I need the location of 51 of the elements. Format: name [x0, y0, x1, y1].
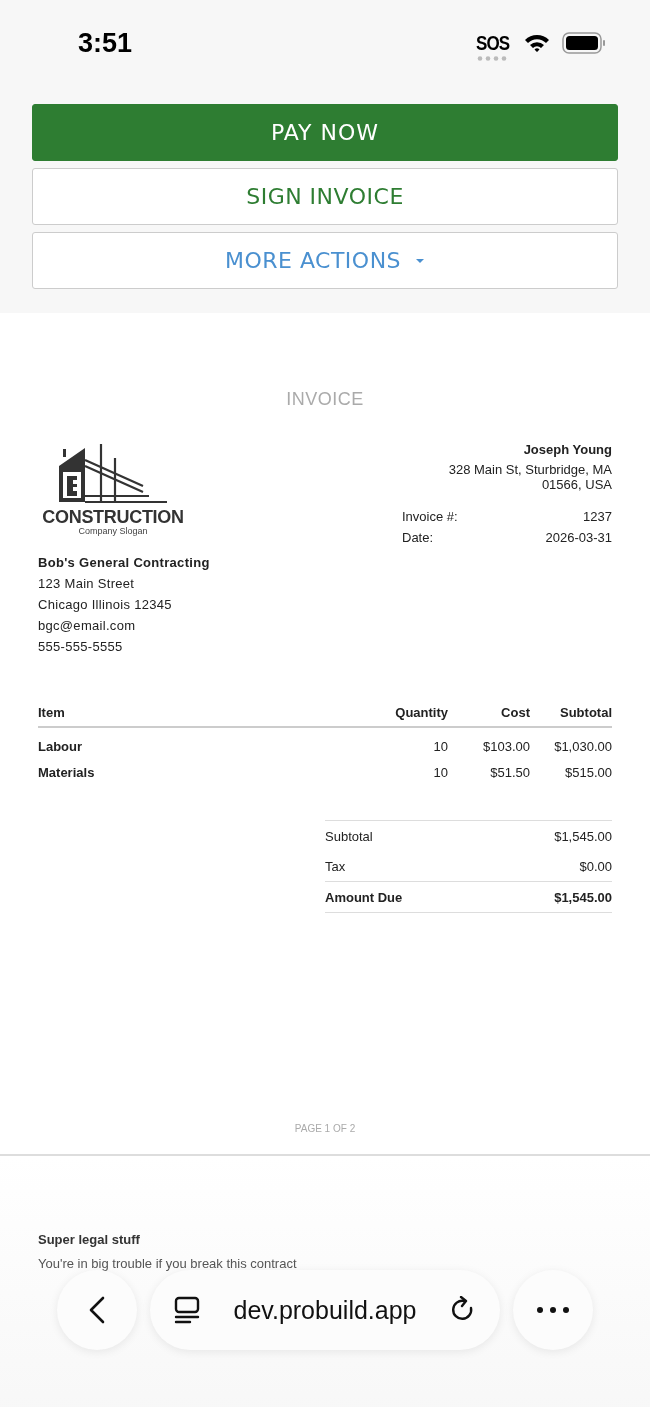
url-text: dev.probuild.app: [233, 1295, 417, 1325]
table-cell-text: 10: [432, 738, 448, 756]
chevron-left-icon: [89, 1296, 105, 1324]
client-address: 01566, USA: [540, 477, 612, 492]
tabs-icon: [174, 1296, 200, 1324]
caret-icon: [415, 257, 426, 264]
signal-dots-icon: [477, 56, 508, 61]
company-detail: Chicago Illinois 12345: [38, 596, 173, 614]
invoice-title: INVOICE: [285, 389, 365, 410]
total-label: Tax: [325, 858, 346, 874]
sos-indicator: SOS: [475, 33, 510, 53]
legal-text: You're in big trouble if you break this contract: [38, 1256, 298, 1271]
house-logo-icon: [59, 444, 167, 506]
total-label: Subtotal: [325, 828, 373, 844]
page-number: PAGE 1 OF 2: [293, 1123, 357, 1134]
total-value: $1,545.00: [554, 889, 612, 905]
column-header: Cost: [500, 705, 530, 720]
meta-value: 2026-03-31: [545, 529, 612, 547]
meta-label: Invoice #:: [402, 508, 458, 526]
table-cell-text: $51.50: [489, 764, 530, 782]
more-dots-icon: [537, 1307, 569, 1313]
total-value: $0.00: [579, 858, 612, 874]
client-name: Joseph Young: [522, 442, 612, 458]
wifi-icon: [524, 33, 550, 53]
logo-wordmark: CONSTRUCTION: [42, 508, 184, 526]
action-button[interactable]: SIGN INVOICE: [32, 168, 618, 225]
column-header: Item: [38, 705, 66, 720]
logo-slogan: Company Slogan: [78, 526, 148, 536]
action-button[interactable]: PAY NOW: [32, 104, 618, 161]
company-detail: 555-555-5555: [38, 638, 124, 656]
battery-icon: [562, 32, 606, 54]
company-detail: bgc@email.com: [38, 617, 137, 635]
table-cell-text: Materials: [38, 764, 96, 782]
table-cell-text: 10: [432, 764, 448, 782]
meta-value: 1237: [583, 508, 612, 526]
table-cell-text: Labour: [38, 738, 84, 756]
legal-heading: Super legal stuff: [38, 1232, 141, 1247]
table-cell-text: $103.00: [482, 738, 530, 756]
column-header: Quantity: [394, 705, 448, 720]
clock-time: 3:51: [78, 27, 133, 59]
more-actions-dropdown[interactable]: MORE ACTIONS: [32, 232, 618, 289]
column-header: Subtotal: [559, 705, 612, 720]
table-cell-text: $1,030.00: [553, 738, 612, 756]
total-value: $1,545.00: [554, 828, 612, 844]
company-detail: 123 Main Street: [38, 575, 136, 593]
company-name: Bob's General Contracting: [38, 554, 210, 572]
client-address: 328 Main St, Sturbridge, MA: [447, 462, 612, 477]
total-label: Amount Due: [325, 889, 403, 905]
meta-label: Date:: [402, 529, 434, 547]
table-cell-text: $515.00: [564, 764, 612, 782]
address-bar[interactable]: dev.probuild.app: [150, 1270, 500, 1350]
